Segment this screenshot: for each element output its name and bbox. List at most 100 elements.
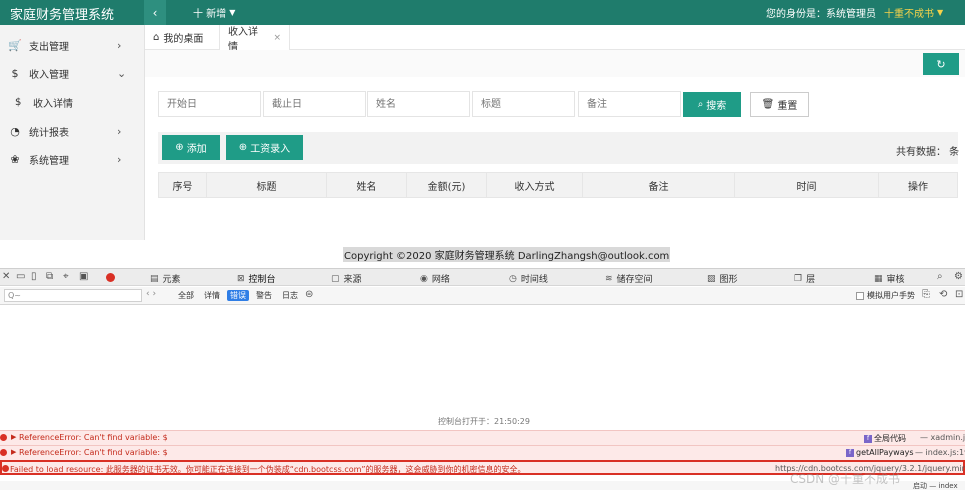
simulate-touch-toggle[interactable]: 模拟用户手势 [856,290,915,301]
error-source-link[interactable]: — xadmin.js:1 [920,433,965,442]
title-input[interactable] [472,91,575,117]
devtools-tab-label: 网络 [431,275,450,285]
tab-home[interactable]: ⌂ 我的桌面 [145,25,220,50]
error-indicator-icon[interactable] [106,273,115,282]
function-name: getAllPayways [856,448,914,457]
remark-input[interactable] [578,91,681,117]
disclosure-triangle-icon[interactable]: ▶ [11,433,16,441]
element-picker-icon[interactable]: ⌖ [63,271,69,282]
close-icon[interactable]: ✕ [2,271,10,282]
chevron-right-icon: › [117,152,122,166]
add-new-label: 十 新增 [193,9,227,20]
sidebar-item-label: 收入详情 [33,98,73,110]
disclosure-triangle-icon[interactable]: ▶ [11,448,16,456]
sidebar-item-income-detail[interactable]: $ 收入详情 [0,88,145,116]
dock-detach-icon[interactable]: ⧉ [46,271,53,282]
user-menu[interactable]: 十重不成书 ▼ [884,5,943,20]
search-icon[interactable]: ⌕ [937,271,943,282]
refresh-button[interactable]: ↻ [923,53,959,75]
devtools-tab-timeline[interactable]: ◷ 时间线 [509,272,548,286]
column-header: 时间 [735,173,879,197]
column-header: 姓名 [327,173,407,197]
start-date-input[interactable] [158,91,261,117]
devtools-tab-graphics[interactable]: ▨ 图形 [707,272,738,286]
add-new-menu[interactable]: 十 新增 ▼ [193,5,235,20]
sidebar-item-label: 统计报表 [29,127,69,139]
tab-bar: ⌂ 我的桌面 收入详情 × [145,25,965,53]
function-name: 全局代码 [874,434,906,443]
console-error-row[interactable]: ▶ ReferenceError: Can't find variable: $… [0,430,965,445]
checkbox[interactable] [856,291,864,300]
console-filter-input[interactable]: Q~ [4,289,142,302]
level-error[interactable]: 错误 [227,290,249,301]
reload-icon[interactable]: ⟲ [939,289,947,300]
history-arrows-icon[interactable]: ‹ › [146,289,156,299]
console-filter-bar: Q~ ‹ › 全部 详情 错误 警告 日志 ⊜ 模拟用户手势 ⎘ ⟲ ⊡ [0,287,965,305]
plus-circle-icon: ⊕ [175,142,184,153]
devtools-tab-sources[interactable]: ▢ 来源 [331,272,362,286]
copyright-footer: Copyright ©2020 家庭财务管理系统 DarlingZhangsh@… [343,247,671,262]
tab-label: 收入详情 [228,26,258,53]
sidebar-item-system[interactable]: ❀ 系统管理 › [0,145,145,173]
table-header: 序号 标题 姓名 金额(元) 收入方式 备注 时间 操作 [158,172,958,198]
device-icon[interactable]: ▣ [79,271,88,282]
copy-icon[interactable]: ⎘ [922,289,930,300]
top-header: 家庭财务管理系统 ‹ 十 新增 ▼ 您的身份是：系统管理员 十重不成书 ▼ [0,0,965,25]
identity-label: 您的身份是：系统管理员 [766,9,876,20]
end-date-input[interactable] [263,91,366,117]
level-verbose[interactable]: 详情 [201,290,223,301]
error-message: ReferenceError: Can't find variable: $ [19,448,168,457]
console-icon: ⊠ [237,273,245,284]
devtools-tab-layers[interactable]: ❐ 层 [794,272,815,286]
add-label: 添加 [186,144,207,155]
reset-button[interactable]: 🗑 重置 [750,92,809,117]
function-icon: f [846,448,854,457]
devtools-tab-console[interactable]: ⊠ 控制台 [237,272,276,286]
home-icon: ⌂ [153,32,160,43]
salary-entry-button[interactable]: ⊕ 工资录入 [226,135,303,160]
level-log[interactable]: 日志 [279,290,301,301]
dock-bottom-icon[interactable]: ▭ [16,271,25,282]
storage-icon: ≋ [605,273,613,284]
collapse-sidebar-button[interactable]: ‹ [144,0,166,25]
elements-icon: ▤ [150,273,159,284]
tab-income-detail[interactable]: 收入详情 × [220,25,290,53]
search-button[interactable]: ⌕ 搜索 [683,92,741,117]
sidebar-item-income[interactable]: $ 收入管理 ⌄ [0,59,145,87]
settings-icon[interactable]: ⚙ [954,271,963,282]
devtools-tab-network[interactable]: ◉ 网络 [420,272,450,286]
error-icon [2,465,9,472]
close-icon[interactable]: × [273,33,281,43]
column-header: 收入方式 [487,173,583,197]
devtools-tab-label: 元素 [162,275,181,285]
grid-icon: ❀ [10,152,20,166]
error-function: f getAllPayways [846,448,914,457]
chevron-down-icon: ⌄ [117,66,127,80]
layers-icon: ❐ [794,273,803,284]
search-label: 搜索 [706,101,727,112]
audit-icon: ▦ [874,273,883,284]
level-warning[interactable]: 警告 [253,290,275,301]
sidebar-item-statistics[interactable]: ◔ 统计报表 › [0,117,145,145]
dollar-icon: $ [11,66,19,80]
devtools-tab-audit[interactable]: ▦ 审核 [874,272,905,286]
app-title: 家庭财务管理系统 [10,8,115,23]
level-all[interactable]: 全部 [175,290,197,301]
dock-side-icon[interactable]: ▯ [31,271,37,282]
salary-label: 工资录入 [250,144,291,155]
clear-icon[interactable]: ⊡ [955,289,963,300]
name-input[interactable] [367,91,470,117]
error-icon [0,434,7,441]
user-name: 十重不成书 [884,9,934,20]
add-button[interactable]: ⊕ 添加 [162,135,220,160]
error-source-link[interactable]: — index.js:19 [915,448,965,457]
devtools-tab-label: 储存空间 [616,275,653,285]
error-message: Failed to load resource: 此服务器的证书无效。你可能正在… [10,465,526,474]
devtools-tab-elements[interactable]: ▤ 元素 [150,272,181,286]
sidebar-item-expense[interactable]: 🛒 支出管理 › [0,31,145,59]
chevron-left-icon: ‹ [152,5,158,20]
filter-options-icon[interactable]: ⊜ [305,289,313,300]
console-error-row[interactable]: ▶ ReferenceError: Can't find variable: $… [0,445,965,460]
devtools-tab-storage[interactable]: ≋ 储存空间 [605,272,653,286]
column-header: 标题 [207,173,327,197]
